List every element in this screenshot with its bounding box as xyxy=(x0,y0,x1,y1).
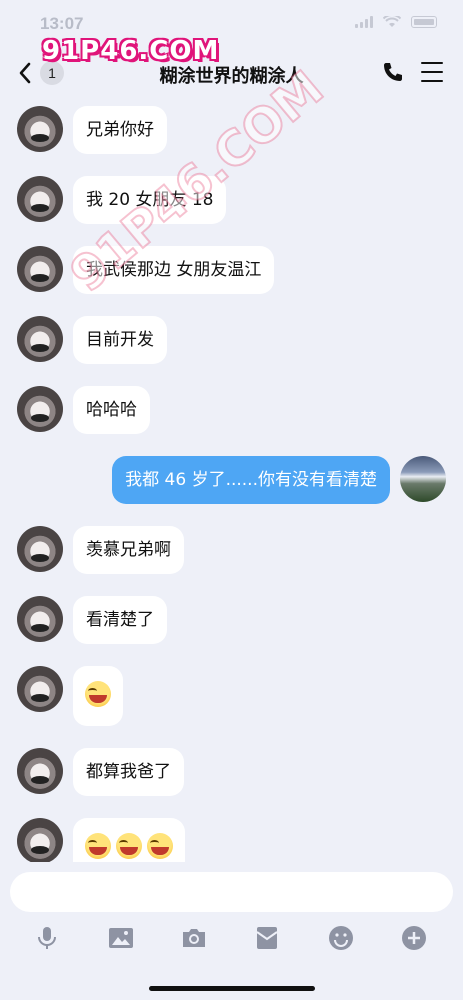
chevron-left-icon xyxy=(19,62,31,84)
status-icons xyxy=(355,16,437,28)
contact-avatar[interactable] xyxy=(17,316,63,362)
contact-avatar[interactable] xyxy=(17,666,63,712)
contact-avatar[interactable] xyxy=(17,106,63,152)
input-toolbar xyxy=(0,920,463,956)
image-icon[interactable] xyxy=(107,924,135,952)
watermark-logo: 91P46.COM xyxy=(42,36,220,66)
emoji-message-bubble[interactable] xyxy=(73,666,123,726)
plus-icon[interactable] xyxy=(400,924,428,952)
contact-avatar[interactable] xyxy=(17,748,63,794)
emoji-icon[interactable] xyxy=(327,924,355,952)
wifi-icon xyxy=(383,16,401,27)
home-indicator xyxy=(149,986,315,991)
message-bubble[interactable]: 我武侯那边 女朋友温江 xyxy=(73,246,275,294)
message-bubble[interactable]: 哈哈哈 xyxy=(73,386,150,434)
input-area xyxy=(0,862,463,1000)
message-bubble[interactable]: 都算我爸了 xyxy=(73,748,184,796)
message-bubble[interactable]: 我 20 女朋友 18 xyxy=(73,176,227,224)
status-time: 13:07 xyxy=(40,14,84,33)
contact-avatar[interactable] xyxy=(17,818,63,862)
my-avatar[interactable] xyxy=(400,456,446,502)
laughing-tears-emoji-icon xyxy=(85,681,111,707)
message-bubble[interactable]: 看清楚了 xyxy=(73,596,167,644)
red-packet-icon[interactable] xyxy=(253,924,281,952)
phone-icon[interactable] xyxy=(381,60,405,84)
message-input[interactable] xyxy=(10,872,453,912)
contact-avatar[interactable] xyxy=(17,526,63,572)
contact-avatar[interactable] xyxy=(17,386,63,432)
signal-icon xyxy=(355,16,373,28)
contact-avatar[interactable] xyxy=(17,176,63,222)
message-bubble[interactable]: 羡慕兄弟啊 xyxy=(73,526,184,574)
camera-icon[interactable] xyxy=(180,924,208,952)
my-message-bubble[interactable]: 我都 46 岁了......你有没有看清楚 xyxy=(112,456,390,504)
message-bubble[interactable]: 目前开发 xyxy=(73,316,167,364)
laughing-tears-emoji-icon xyxy=(147,833,173,859)
battery-icon xyxy=(411,16,437,28)
laughing-tears-emoji-icon xyxy=(116,833,142,859)
microphone-icon[interactable] xyxy=(33,924,61,952)
contact-avatar[interactable] xyxy=(17,596,63,642)
message-bubble[interactable]: 兄弟你好 xyxy=(73,106,167,154)
emoji-message-bubble[interactable] xyxy=(73,818,185,862)
chat-area: 兄弟你好 我 20 女朋友 18 我武侯那边 女朋友温江 目前开发 哈哈哈 我都… xyxy=(0,100,463,862)
contact-avatar[interactable] xyxy=(17,246,63,292)
menu-button[interactable] xyxy=(421,62,443,82)
laughing-tears-emoji-icon xyxy=(85,833,111,859)
